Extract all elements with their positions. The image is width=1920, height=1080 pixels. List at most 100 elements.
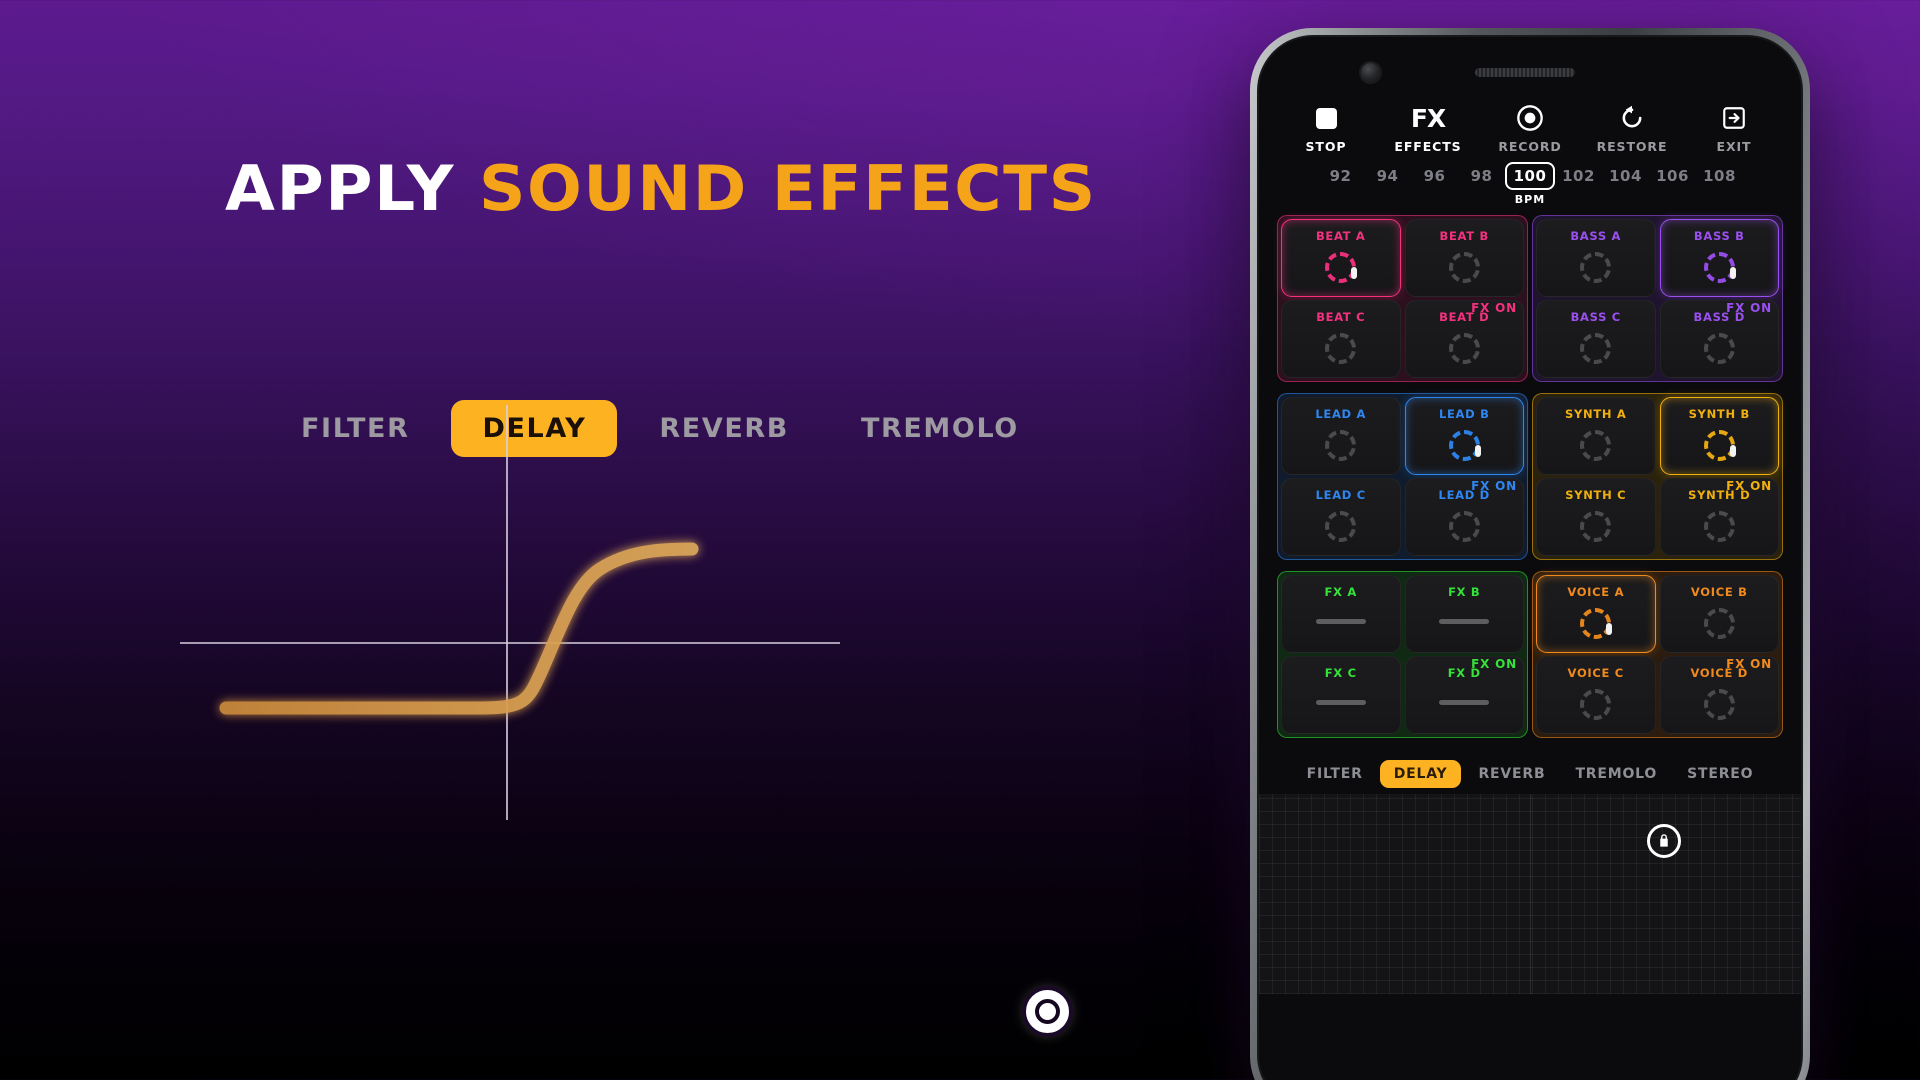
pad-knob[interactable] [1580,333,1612,364]
pad-synth-b[interactable]: SYNTH B [1659,397,1779,475]
pad-voice-a[interactable]: VOICE A [1536,575,1656,653]
pad-label: LEAD B [1438,407,1490,421]
toolbar-stop-button[interactable]: STOP [1285,101,1367,154]
pad-label: SYNTH B [1688,407,1750,421]
lock-glyph [1660,834,1668,847]
fx-tab-reverb[interactable]: REVERB [1465,766,1558,782]
toolbar-effects-button[interactable]: FX EFFECTS [1387,101,1469,155]
pad-slider-bar[interactable] [1439,619,1490,624]
record-circle-icon [1517,105,1543,131]
exit-arrow-icon-wrap [1721,101,1747,135]
bpm-option-100[interactable]: 100 [1505,162,1555,190]
pad-fx-a[interactable]: FX A [1281,575,1401,653]
pad-knob[interactable] [1580,608,1613,639]
bpm-option-92[interactable]: 92 [1317,167,1364,185]
bpm-option-96[interactable]: 96 [1411,167,1458,185]
pad-lead-c[interactable]: LEAD C [1281,478,1401,556]
undo-arrow-icon [1622,105,1642,128]
pad-label: LEAD A [1315,407,1367,421]
phone-top-bezel [1259,37,1801,95]
pad-knob[interactable] [1448,252,1480,283]
fx-on-badge-lead: FX ON [1471,479,1517,493]
promo-tab-filter[interactable]: FILTER [265,413,445,444]
toolbar-record-button[interactable]: RECORD [1489,101,1571,154]
bpm-option-106[interactable]: 106 [1649,167,1696,185]
record-circle-icon-wrap [1516,101,1544,135]
pad-bass-c[interactable]: BASS C [1536,300,1656,378]
curve-drag-handle[interactable] [1026,990,1069,1033]
pad-synth-a[interactable]: SYNTH A [1536,397,1656,475]
delay-curve-editor[interactable] [180,405,1069,1033]
pad-knob[interactable] [1580,430,1612,461]
promo-effect-tabs: FILTER DELAY REVERB TREMOLO [265,400,1055,457]
pad-lead-a[interactable]: LEAD A [1281,397,1401,475]
pad-knob[interactable] [1703,608,1735,639]
pad-knob[interactable] [1325,511,1357,542]
pad-slider-bar[interactable] [1315,700,1366,705]
pad-beat-c[interactable]: BEAT C [1281,300,1401,378]
pad-slider-bar[interactable] [1315,619,1366,624]
toolbar-restore-button[interactable]: RESTORE [1591,101,1673,154]
pad-voice-b[interactable]: VOICE B [1659,575,1779,653]
stop-square-icon [1315,107,1337,129]
pad-knob[interactable] [1325,252,1358,283]
pad-knob[interactable] [1703,252,1736,283]
fx-tab-filter[interactable]: FILTER [1294,766,1376,782]
pad-label: BEAT C [1316,310,1366,324]
curve-svg [180,405,840,820]
exit-arrow-icon [1723,107,1745,129]
pad-synth-c[interactable]: SYNTH C [1536,478,1656,556]
pad-label: BEAT B [1439,229,1489,243]
pad-beat-a[interactable]: BEAT A [1281,219,1401,297]
pad-knob[interactable] [1580,252,1612,283]
fx-xy-pad[interactable] [1259,794,1801,994]
bpm-label: BPM [1514,193,1546,206]
pad-fx-b[interactable]: FX B [1404,575,1524,653]
toolbar-exit-button[interactable]: EXIT [1693,101,1775,154]
toolbar-label: RESTORE [1596,139,1668,154]
pad-row: LEAD A LEAD B [1281,397,1524,475]
pad-voice-c[interactable]: VOICE C [1536,656,1656,734]
fx-tab-bar: FILTER DELAY REVERB TREMOLO STEREO [1271,756,1789,794]
pad-bass-b[interactable]: BASS B [1659,219,1779,297]
delay-curve-line [219,542,699,715]
fx-on-badge-bass: FX ON [1726,301,1772,315]
fx-tab-delay[interactable]: DELAY [1379,760,1462,788]
pad-beat-b[interactable]: BEAT B [1404,219,1524,297]
lock-icon[interactable] [1647,824,1681,858]
phone-mockup: STOP FX EFFECTS RECORD RESTORE EXIT 92 94 96 98 1… [1250,28,1810,1080]
pad-knob[interactable] [1580,689,1612,720]
pad-label: VOICE C [1567,666,1624,680]
pad-group-bass: BASS A BASS B BASS C BASS D FX ON [1532,215,1783,382]
pad-row: BEAT A BEAT B [1281,219,1524,297]
pad-group-beat: BEAT A BEAT B BEAT C BEAT D FX ON [1277,215,1528,382]
bpm-option-104[interactable]: 104 [1602,167,1649,185]
pad-knob[interactable] [1325,430,1357,461]
knob-pointer [1729,445,1736,457]
pad-lead-b[interactable]: LEAD B [1404,397,1524,475]
pad-label: BASS A [1570,229,1622,243]
bpm-option-102[interactable]: 102 [1555,167,1602,185]
bpm-option-108[interactable]: 108 [1696,167,1743,185]
toolbar-label: STOP [1305,139,1347,154]
bpm-option-98[interactable]: 98 [1458,167,1505,185]
fx-tab-tremolo[interactable]: TREMOLO [1562,766,1670,782]
promo-tab-delay[interactable]: DELAY [451,400,618,457]
pad-group-synth: SYNTH A SYNTH B SYNTH C SYNTH D FX ON [1532,393,1783,560]
promo-tab-tremolo[interactable]: TREMOLO [825,413,1055,444]
promo-tab-reverb[interactable]: REVERB [623,413,825,444]
pad-knob[interactable] [1703,430,1736,461]
pad-grid: BEAT A BEAT B BEAT C BEAT D FX ON BASS A BASS … [1271,206,1789,742]
pad-knob[interactable] [1448,430,1481,461]
fx-tab-stereo[interactable]: STEREO [1674,766,1766,782]
bpm-option-94[interactable]: 94 [1364,167,1411,185]
pad-knob[interactable] [1580,511,1612,542]
pad-knob[interactable] [1325,333,1357,364]
pad-label: VOICE A [1567,585,1625,599]
pad-bass-a[interactable]: BASS A [1536,219,1656,297]
pad-fx-c[interactable]: FX C [1281,656,1401,734]
stop-square-icon-wrap [1315,101,1337,135]
bpm-selector[interactable]: 92 94 96 98 100 102 104 106 108 [1271,156,1789,192]
knob-pointer [1474,445,1481,457]
pad-label: FX B [1448,585,1481,599]
